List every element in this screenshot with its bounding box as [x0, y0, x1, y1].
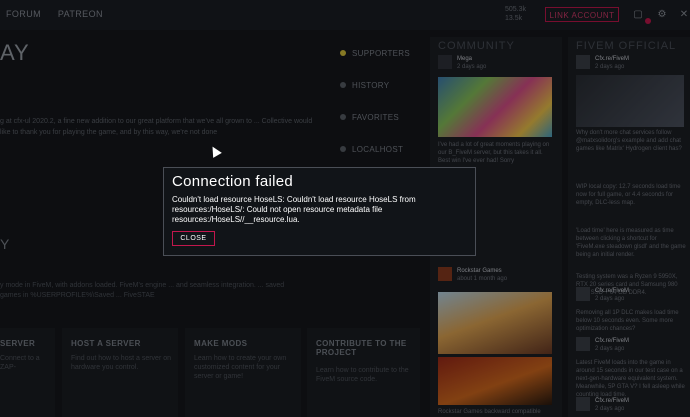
dialog-message: Couldn't load resource HoseLS: Couldn't …: [172, 195, 416, 224]
dialog-title: Connection failed: [172, 173, 294, 190]
close-button[interactable]: CLOSE: [172, 231, 215, 246]
connection-failed-dialog: Connection failed Couldn't load resource…: [163, 167, 476, 256]
